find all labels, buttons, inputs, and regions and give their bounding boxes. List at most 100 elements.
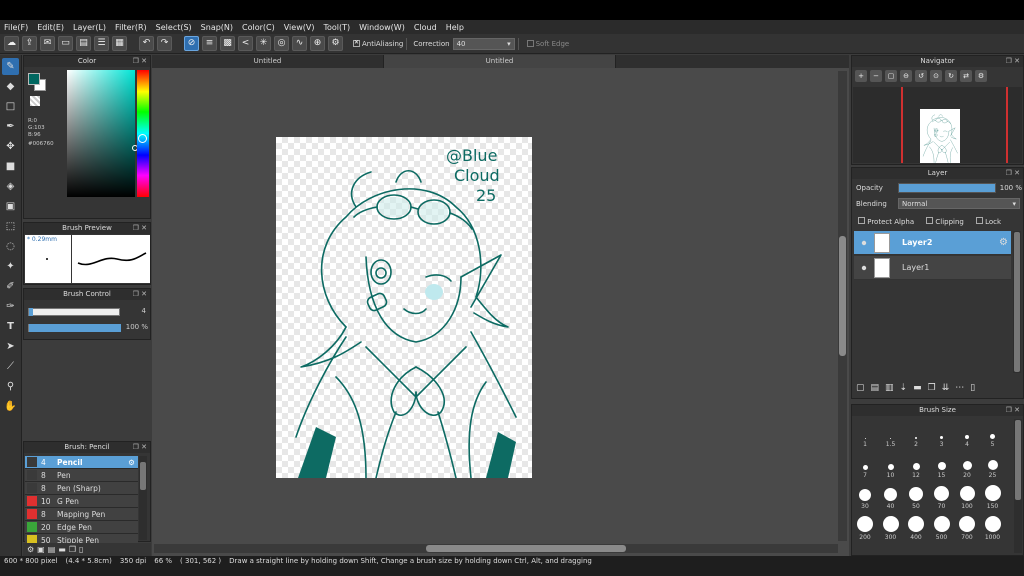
brush-size-slider[interactable] <box>28 308 120 316</box>
brush-size-option[interactable]: 1 <box>853 419 877 448</box>
brush-list-item[interactable]: 20 Edge Pen <box>25 521 138 534</box>
brush-list-item[interactable]: 4 Pencil ⚙ <box>25 456 138 469</box>
saturation-value-picker[interactable] <box>67 70 138 197</box>
navigator-preview[interactable] <box>853 87 1022 163</box>
canvas-horizontal-scroll-thumb[interactable] <box>426 545 626 552</box>
brush-size-option[interactable]: 200 <box>853 512 877 541</box>
merge-layer-icon[interactable]: ⇊ <box>942 383 950 393</box>
snap-grid-icon[interactable]: ▩ <box>220 36 235 51</box>
canvas-horizontal-scrollbar[interactable] <box>154 544 838 553</box>
snap-off-icon[interactable]: ⊘ <box>184 36 199 51</box>
canvas-vertical-scroll-thumb[interactable] <box>839 236 846 356</box>
share-icon[interactable]: ⇪ <box>22 36 37 51</box>
layer-settings-gear-icon[interactable]: ⚙ <box>999 237 1008 248</box>
zoom-in-icon[interactable]: + <box>855 70 867 82</box>
gradient-tool-icon[interactable]: ▣ <box>2 198 19 215</box>
duplicate-layer-icon[interactable]: ❐ <box>928 383 936 393</box>
canvas-vertical-scrollbar[interactable] <box>838 71 847 541</box>
brush-size-option[interactable]: 7 <box>853 450 877 479</box>
brush-size-scrollbar[interactable] <box>1014 419 1022 553</box>
bucket-tool-icon[interactable]: ◈ <box>2 178 19 195</box>
magic-wand-tool-icon[interactable]: ✦ <box>2 258 19 275</box>
brush-list-item[interactable]: 10 G Pen <box>25 495 138 508</box>
foreground-color-swatch[interactable] <box>28 73 40 85</box>
delete-layer-icon[interactable]: ▯ <box>970 383 975 393</box>
chat-icon[interactable]: ▭ <box>58 36 73 51</box>
layer-menu-icon[interactable]: ⇣ <box>900 383 908 393</box>
snap-radial-line-icon[interactable]: < <box>238 36 253 51</box>
hand-tool-icon[interactable]: ✋ <box>2 398 19 415</box>
lasso-tool-icon[interactable]: ◌ <box>2 238 19 255</box>
protect-alpha-checkbox[interactable] <box>858 217 865 224</box>
brush-size-option[interactable]: 2 <box>904 419 928 448</box>
transparent-color-swatch[interactable] <box>30 96 40 106</box>
brush-settings-gear-icon[interactable]: ⚙ <box>128 458 135 467</box>
menu-cloud[interactable]: Cloud <box>414 23 437 32</box>
menu-select[interactable]: Select(S) <box>156 23 192 32</box>
soft-edge-toggle[interactable]: Soft Edge <box>526 40 569 48</box>
menu-filter[interactable]: Filter(R) <box>115 23 147 32</box>
menu-snap[interactable]: Snap(N) <box>201 23 233 32</box>
layer-row-layer1[interactable]: Layer1 <box>854 256 1011 280</box>
brush-list-scroll-thumb[interactable] <box>140 462 146 490</box>
brush-duplicate-icon[interactable]: ❐ <box>69 545 76 554</box>
pen-tool-icon[interactable]: ✒ <box>2 118 19 135</box>
brush-size-option[interactable]: 12 <box>904 450 928 479</box>
brush-size-option[interactable]: 1.5 <box>879 419 903 448</box>
document-tab-1[interactable]: Untitled <box>152 55 384 68</box>
new-vector-icon[interactable]: ▥ <box>885 383 894 393</box>
panel-float-close-icons[interactable]: ❐ ✕ <box>1006 405 1020 416</box>
document-icon[interactable]: ▤ <box>76 36 91 51</box>
brush-size-option[interactable]: 700 <box>955 512 979 541</box>
eyedropper-tool-icon[interactable]: ⚲ <box>2 378 19 395</box>
menu-window[interactable]: Window(W) <box>359 23 405 32</box>
cloud-icon[interactable]: ☁ <box>4 36 19 51</box>
layer-scroll-thumb[interactable] <box>1014 232 1020 372</box>
brush-size-option[interactable]: 1000 <box>981 512 1005 541</box>
snap-curve-icon[interactable]: ∿ <box>292 36 307 51</box>
select-eraser-tool-icon[interactable]: ✑ <box>2 298 19 315</box>
antialiasing-checkbox[interactable] <box>353 39 360 47</box>
menu-help[interactable]: Help <box>446 23 464 32</box>
fill-rect-tool-icon[interactable]: ■ <box>2 158 19 175</box>
snap-settings-icon[interactable]: ⚙ <box>328 36 343 51</box>
lock-checkbox[interactable] <box>975 217 983 224</box>
eraser-tool-icon[interactable]: ◆ <box>2 78 19 95</box>
hue-handle[interactable] <box>138 134 147 143</box>
rotate-right-icon[interactable]: ↻ <box>945 70 957 82</box>
snap-radial-icon[interactable]: ✳ <box>256 36 271 51</box>
menu-view[interactable]: View(V) <box>284 23 315 32</box>
brush-folder-icon[interactable]: ▬ <box>58 545 66 554</box>
brush-trash-icon[interactable]: ▯ <box>79 545 83 554</box>
panel-float-close-icons[interactable]: ❐ ✕ <box>1006 168 1020 179</box>
new-layer-icon[interactable]: ▢ <box>856 383 865 393</box>
panel-float-close-icons[interactable]: ❐ ✕ <box>133 442 147 453</box>
panel-float-close-icons[interactable]: ❐ ✕ <box>133 56 147 67</box>
brush-size-scroll-thumb[interactable] <box>1015 420 1021 500</box>
menu-edit[interactable]: Edit(E) <box>37 23 64 32</box>
zoom-reset-icon[interactable]: ⊖ <box>900 70 912 82</box>
new-folder-icon[interactable]: ▬ <box>913 383 922 393</box>
brush-size-option[interactable]: 30 <box>853 481 877 510</box>
brush-list-item[interactable]: 8 Pen (Sharp) <box>25 482 138 495</box>
panel-float-close-icons[interactable]: ❐ ✕ <box>1006 56 1020 67</box>
protect-alpha-option[interactable]: Protect Alpha <box>858 217 914 226</box>
brush-export-icon[interactable]: ▤ <box>48 545 56 554</box>
menu-layer[interactable]: Layer(L) <box>73 23 106 32</box>
antialiasing-toggle[interactable]: AntiAliasing <box>353 39 403 48</box>
layer-row-layer2[interactable]: Layer2 ⚙ <box>854 231 1011 255</box>
hue-slider[interactable] <box>137 70 149 197</box>
operation-tool-icon[interactable]: ➤ <box>2 338 19 355</box>
brush-add-icon[interactable]: ⚙ <box>27 545 34 554</box>
panel-float-close-icons[interactable]: ❐ ✕ <box>133 289 147 300</box>
brush-size-option[interactable]: 50 <box>904 481 928 510</box>
brush-size-option[interactable]: 25 <box>981 450 1005 479</box>
brush-size-option[interactable]: 3 <box>930 419 954 448</box>
select-tool-icon[interactable]: ⬚ <box>2 218 19 235</box>
undo-button[interactable]: ↶ <box>139 36 154 51</box>
menu-color[interactable]: Color(C) <box>242 23 275 32</box>
document-tab-2[interactable]: Untitled <box>384 55 616 68</box>
brush-list-scrollbar[interactable] <box>139 456 147 540</box>
brush-size-option[interactable]: 10 <box>879 450 903 479</box>
blending-select[interactable]: Normal ▾ <box>898 198 1020 209</box>
